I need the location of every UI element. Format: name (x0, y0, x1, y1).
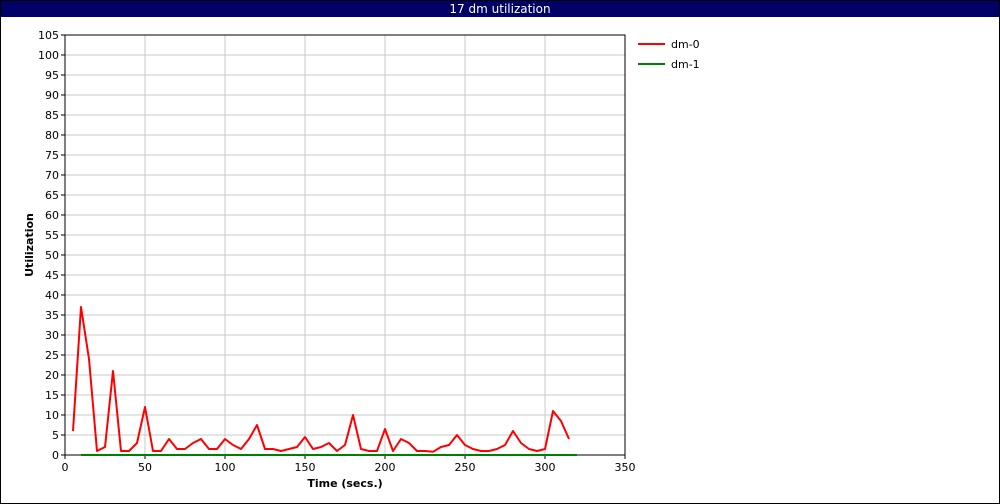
legend: dm-0 dm-1 (638, 38, 700, 71)
plot-area (64, 34, 626, 456)
y-tick-label: 75 (45, 149, 59, 162)
y-tick-label: 55 (45, 229, 59, 242)
x-tick-label: 300 (535, 461, 556, 474)
legend-label-dm-1: dm-1 (671, 58, 700, 71)
y-tick-label: 10 (45, 409, 59, 422)
legend-label-dm-0: dm-0 (671, 38, 700, 51)
x-tick-label: 100 (215, 461, 236, 474)
x-axis-ticks: 0 50 100 150 200 250 300 350 (62, 455, 636, 474)
grid-lines (64, 34, 626, 456)
x-tick-label: 150 (295, 461, 316, 474)
x-tick-label: 250 (455, 461, 476, 474)
y-tick-label: 85 (45, 109, 59, 122)
y-tick-label: 80 (45, 129, 59, 142)
y-tick-label: 5 (52, 429, 59, 442)
y-tick-label: 95 (45, 69, 59, 82)
y-axis-ticks: 0 5 10 15 20 25 30 35 40 45 50 55 60 65 70 75 80 85 90 95 10… (38, 29, 65, 462)
y-tick-label: 45 (45, 269, 59, 282)
x-tick-label: 0 (62, 461, 69, 474)
series-line-dm-0 (72, 306, 570, 453)
y-tick-label: 90 (45, 89, 59, 102)
y-tick-label: 70 (45, 169, 59, 182)
y-tick-label: 60 (45, 209, 59, 222)
x-axis-label: Time (secs.) (307, 477, 382, 490)
y-tick-label: 20 (45, 369, 59, 382)
x-tick-label: 350 (615, 461, 636, 474)
y-tick-label: 40 (45, 289, 59, 302)
y-axis-label: Utilization (23, 213, 36, 277)
y-tick-label: 25 (45, 349, 59, 362)
y-tick-label: 15 (45, 389, 59, 402)
y-tick-label: 100 (38, 49, 59, 62)
y-tick-label: 30 (45, 329, 59, 342)
y-tick-label: 105 (38, 29, 59, 42)
utilization-chart: 0 5 10 15 20 25 30 35 40 45 50 55 60 65 70 75 80 85 90 95 10… (23, 29, 700, 490)
y-tick-label: 0 (52, 449, 59, 462)
y-tick-label: 35 (45, 309, 59, 322)
x-tick-label: 50 (138, 461, 152, 474)
series-layer (72, 306, 577, 456)
y-tick-label: 65 (45, 189, 59, 202)
y-tick-label: 50 (45, 249, 59, 262)
x-tick-label: 200 (375, 461, 396, 474)
